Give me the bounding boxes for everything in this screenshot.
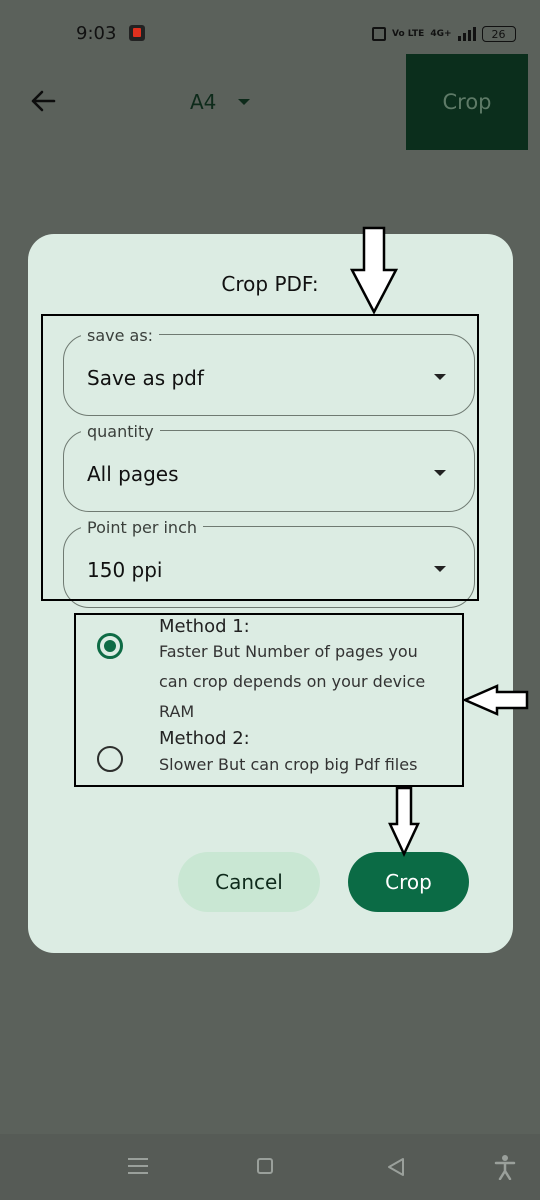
nav-back-icon[interactable] (386, 1157, 406, 1177)
dropdown-icon[interactable] (238, 99, 250, 105)
toolbar-crop-button[interactable]: Crop (406, 54, 528, 150)
annotation-arrow-icon (463, 684, 529, 716)
accessibility-icon[interactable] (494, 1154, 516, 1180)
signal-icon (457, 27, 476, 41)
alert-notification-icon (129, 25, 145, 41)
cancel-button[interactable]: Cancel (178, 852, 320, 912)
status-icons: Vo LTE 4G+ 26 (372, 24, 516, 44)
annotation-arrow-icon (350, 226, 398, 315)
status-time: 9:03 (76, 23, 117, 44)
volte-indicator: Vo LTE (392, 28, 425, 39)
dialog-title: Crop PDF: (221, 272, 319, 296)
menu-icon[interactable] (128, 1158, 148, 1174)
vibrate-icon (372, 27, 386, 41)
battery-icon: 26 (481, 26, 516, 42)
paper-size-selector[interactable]: A4 (190, 90, 216, 114)
crop-button[interactable]: Crop (348, 852, 469, 912)
network-type: 4G+ (430, 28, 452, 39)
back-arrow-icon[interactable] (28, 86, 58, 116)
home-icon[interactable] (257, 1158, 273, 1174)
annotation-arrow-icon (388, 786, 420, 857)
annotation-box-fields (41, 314, 479, 601)
annotation-box-methods (74, 613, 464, 787)
